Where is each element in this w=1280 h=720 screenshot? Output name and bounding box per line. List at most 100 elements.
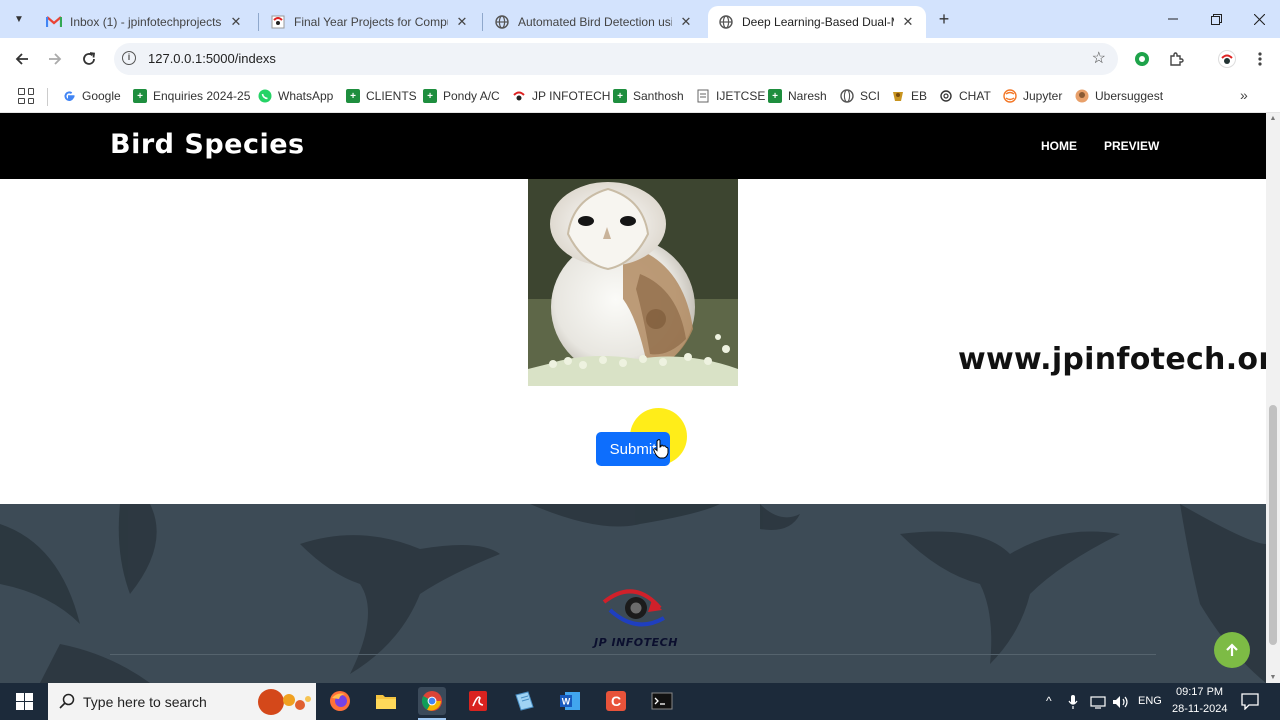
volume-icon[interactable]: [1112, 694, 1130, 710]
forward-button[interactable]: [43, 47, 67, 71]
close-icon[interactable]: ✕: [678, 14, 694, 30]
bookmark-sci[interactable]: SCI: [840, 86, 880, 106]
tab-title: Final Year Projects for Compute: [294, 15, 448, 29]
tray-overflow-icon[interactable]: ^: [1046, 694, 1052, 708]
chrome-icon[interactable]: [418, 687, 446, 715]
sheets-icon: [613, 89, 627, 103]
jupyter-icon: [1003, 89, 1017, 103]
restore-button[interactable]: [1194, 0, 1238, 38]
bookmark-label: CHAT: [959, 89, 991, 103]
close-icon[interactable]: ✕: [900, 14, 916, 30]
site-header: Bird Species HOME PREVIEW: [0, 113, 1266, 179]
bookmark-pondy[interactable]: Pondy A/C: [423, 86, 500, 106]
apps-grid-icon[interactable]: [18, 88, 34, 104]
site-brand[interactable]: Bird Species: [110, 129, 305, 160]
jp-infotech-icon: [270, 14, 286, 30]
search-icon: [59, 693, 75, 713]
bookmark-clients[interactable]: CLIENTS: [346, 86, 417, 106]
notifications-icon[interactable]: [1241, 693, 1259, 710]
close-icon[interactable]: ✕: [228, 14, 244, 30]
scroll-up-arrow[interactable]: ▲: [1269, 115, 1277, 122]
tab-search-button[interactable]: ▼: [8, 8, 30, 30]
gmail-icon: [46, 14, 62, 30]
windows-taskbar: Type here to search W C ^ ENG 09:17 PM 2…: [0, 683, 1280, 720]
tab-title: Deep Learning-Based Dual-Mo: [742, 15, 894, 29]
tab-title: Automated Bird Detection usin: [518, 15, 672, 29]
browser-toolbar: i 127.0.0.1:5000/indexs ☆: [0, 38, 1280, 80]
ubersuggest-icon: [1075, 89, 1089, 103]
bookmark-ijetcse[interactable]: IJETCSE: [696, 86, 765, 106]
bookmark-label: Naresh: [788, 89, 827, 103]
tab-automated-bird-detection[interactable]: Automated Bird Detection usin ✕: [484, 6, 704, 38]
reload-button[interactable]: [77, 47, 101, 71]
back-button[interactable]: [10, 47, 34, 71]
app-c-icon[interactable]: C: [602, 687, 630, 715]
minimize-button[interactable]: [1151, 0, 1195, 38]
nav-home[interactable]: HOME: [1041, 139, 1077, 153]
bookmark-naresh[interactable]: Naresh: [768, 86, 827, 106]
bookmark-label: Jupyter: [1023, 89, 1063, 103]
microphone-icon[interactable]: [1068, 694, 1078, 710]
acrobat-icon[interactable]: [464, 687, 492, 715]
bookmark-eb[interactable]: EB: [891, 86, 927, 106]
close-window-button[interactable]: [1237, 0, 1280, 38]
word-icon[interactable]: W: [556, 687, 584, 715]
firefox-icon[interactable]: [326, 687, 354, 715]
site-footer: JP INFOTECH: [0, 504, 1266, 683]
file-explorer-icon[interactable]: [372, 687, 400, 715]
url-text[interactable]: 127.0.0.1:5000/indexs: [148, 51, 276, 66]
search-highlight-art: [258, 689, 311, 715]
bookmark-enquiries[interactable]: Enquiries 2024-25: [133, 86, 250, 106]
bookmark-chat[interactable]: CHAT: [939, 86, 991, 106]
bookmark-star-icon[interactable]: ☆: [1092, 48, 1106, 68]
tab-deep-learning-dual-model[interactable]: Deep Learning-Based Dual-Mo ✕: [708, 6, 926, 38]
tab-gmail[interactable]: Inbox (1) - jpinfotechprojects@ ✕: [36, 6, 254, 38]
taskbar-search-box[interactable]: Type here to search: [48, 683, 316, 720]
extension-green-icon[interactable]: [1133, 50, 1151, 68]
bookmark-jupyter[interactable]: Jupyter: [1003, 86, 1062, 106]
hand-cursor-icon: [653, 439, 669, 459]
search-placeholder: Type here to search: [83, 694, 207, 710]
bookmark-whatsapp[interactable]: WhatsApp: [258, 86, 333, 106]
tab-separator: [482, 13, 483, 31]
bookmark-ubersuggest[interactable]: Ubersuggest: [1075, 86, 1163, 106]
address-bar[interactable]: i 127.0.0.1:5000/indexs ☆: [114, 43, 1118, 75]
new-tab-button[interactable]: +: [934, 9, 954, 29]
close-icon[interactable]: ✕: [454, 14, 470, 30]
profile-avatar[interactable]: [1218, 50, 1236, 68]
clock-time[interactable]: 09:17 PM: [1176, 686, 1223, 698]
scroll-thumb[interactable]: [1269, 405, 1277, 645]
windows-start-button[interactable]: [0, 683, 48, 720]
back-to-top-button[interactable]: [1214, 632, 1250, 668]
bookmark-label: Santhosh: [633, 89, 684, 103]
nav-preview[interactable]: PREVIEW: [1104, 139, 1159, 153]
bookmark-label: EB: [911, 89, 928, 103]
footer-logo-text: JP INFOTECH: [594, 636, 678, 649]
bookmarks-bar: Google Enquiries 2024-25 WhatsApp CLIENT…: [0, 80, 1280, 113]
tab-title: Inbox (1) - jpinfotechprojects@: [70, 15, 222, 29]
bookmark-label: IJETCSE: [716, 89, 766, 103]
bookmark-label: WhatsApp: [278, 89, 334, 103]
bookmark-santhosh[interactable]: Santhosh: [613, 86, 684, 106]
language-indicator[interactable]: ENG: [1138, 695, 1162, 707]
sheets-icon: [133, 89, 147, 103]
extensions-puzzle-icon[interactable]: [1167, 50, 1185, 68]
terminal-icon[interactable]: [648, 687, 676, 715]
tab-final-year-projects[interactable]: Final Year Projects for Compute ✕: [260, 6, 480, 38]
browser-menu-icon[interactable]: [1251, 50, 1269, 68]
chevron-right-icon[interactable]: »: [1240, 87, 1248, 103]
site-info-icon[interactable]: i: [122, 51, 136, 65]
bookmark-google[interactable]: Google: [62, 86, 121, 106]
clock-date[interactable]: 28-11-2024: [1172, 703, 1227, 715]
scroll-down-arrow[interactable]: ▼: [1269, 674, 1277, 681]
network-icon[interactable]: [1090, 695, 1106, 709]
bookmark-jp-infotech[interactable]: JP INFOTECH: [512, 86, 610, 106]
whatsapp-icon: [258, 89, 272, 103]
page-scrollbar[interactable]: ▲ ▼: [1266, 113, 1280, 683]
notepad-icon[interactable]: [510, 687, 538, 715]
google-icon: [62, 89, 76, 103]
bookmark-label: Google: [82, 89, 121, 103]
document-icon: [696, 89, 710, 103]
bookmark-label: CLIENTS: [366, 89, 417, 103]
bookmark-label: Enquiries 2024-25: [153, 89, 251, 103]
